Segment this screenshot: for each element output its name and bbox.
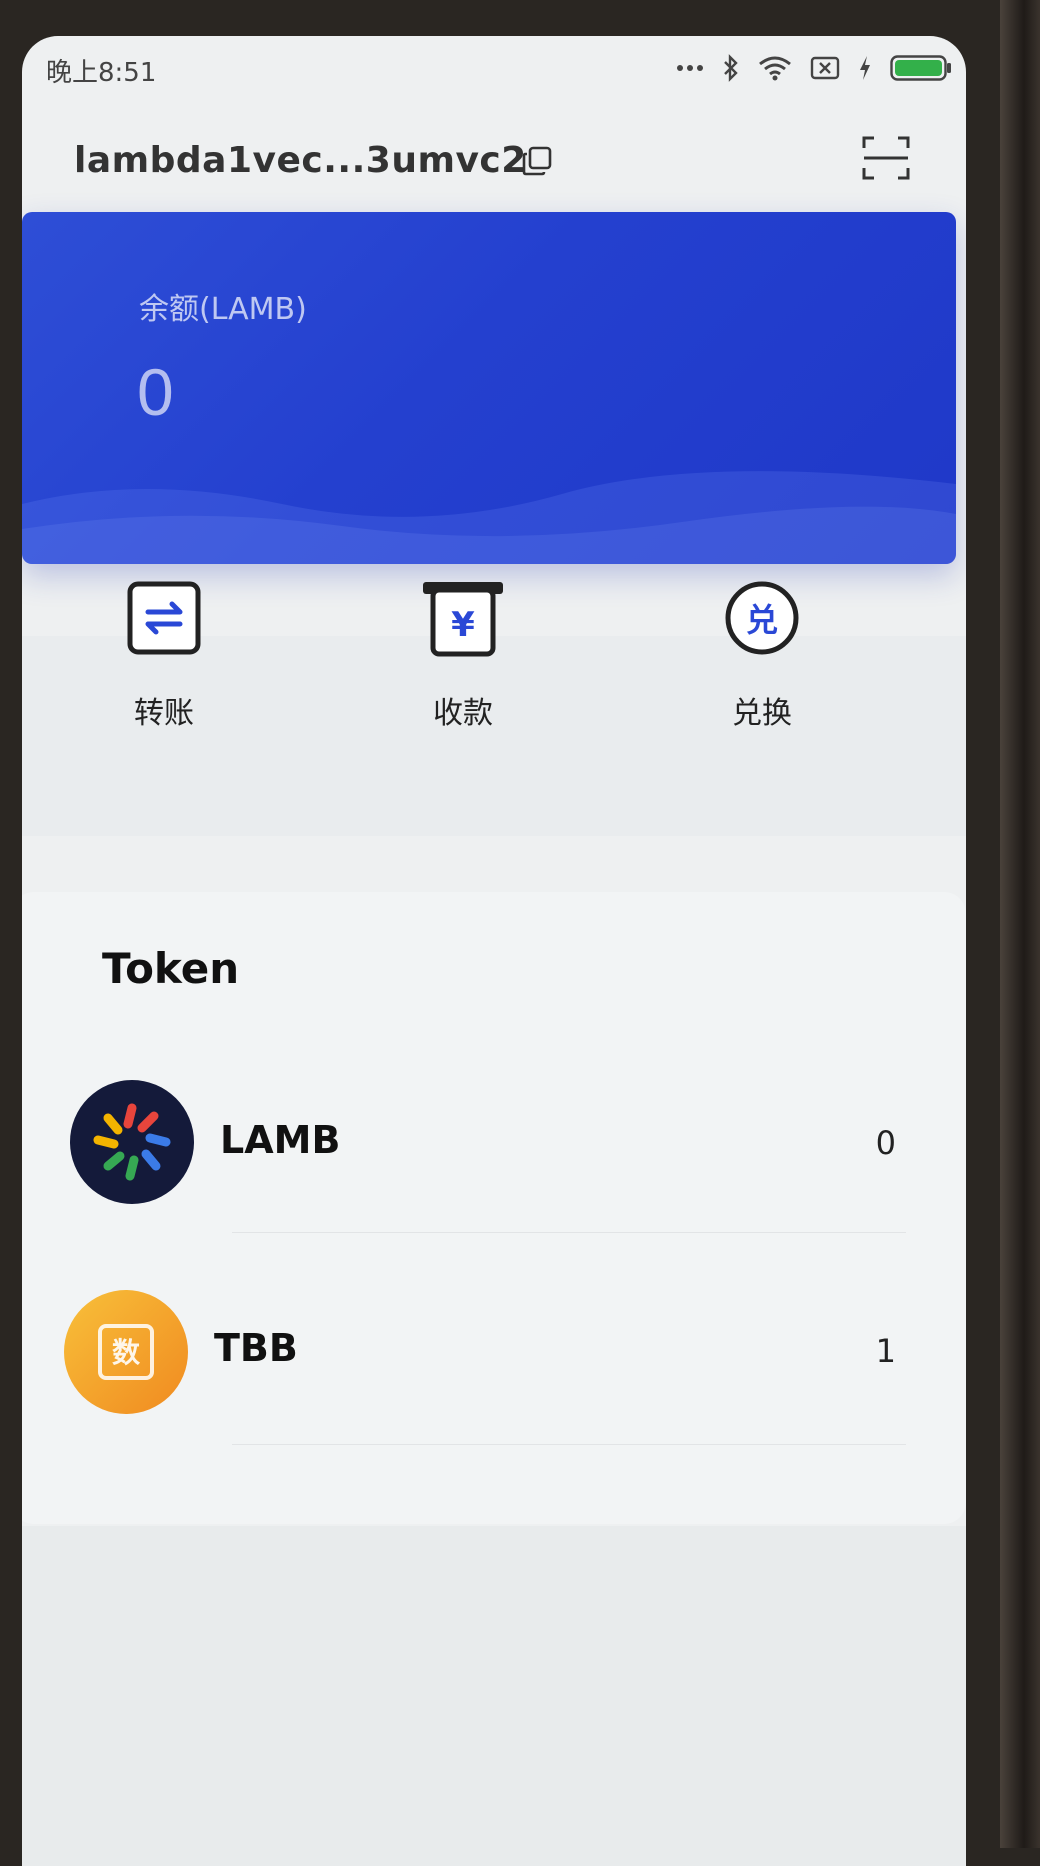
empty-area <box>22 1526 966 1866</box>
row-divider <box>232 1232 906 1233</box>
token-row-tbb[interactable]: 数 TBB 1 <box>22 1264 966 1445</box>
action-bar: 转账 ¥ 收款 兑 兑换 <box>22 581 966 836</box>
receive-icon: ¥ <box>421 576 505 660</box>
phone-bezel <box>1000 0 1040 1848</box>
tbb-logo-text: 数 <box>112 1336 141 1369</box>
bluetooth-icon <box>722 54 740 82</box>
balance-value: 0 <box>137 355 174 429</box>
battery-icon <box>890 55 952 81</box>
exchange-icon: 兑 <box>720 576 804 660</box>
token-section-title: Token <box>102 944 240 993</box>
card-wave-decoration <box>22 471 956 564</box>
transfer-icon <box>122 576 206 660</box>
charging-icon <box>858 55 872 81</box>
svg-text:¥: ¥ <box>451 605 475 645</box>
token-name-lamb: LAMB <box>220 1118 341 1162</box>
token-list-card: Token LAMB 0 数 TBB 1 <box>22 892 966 1524</box>
receive-label: 收款 <box>433 696 493 731</box>
row-divider <box>232 1444 906 1445</box>
balance-card: 余额(LAMB) 0 <box>22 212 956 564</box>
status-icons <box>676 48 952 88</box>
token-name-tbb: TBB <box>214 1326 298 1370</box>
exchange-button[interactable]: 兑 兑换 <box>662 576 862 732</box>
scan-icon[interactable] <box>862 136 910 184</box>
receive-button[interactable]: ¥ 收款 <box>363 576 563 732</box>
status-bar: 晚上8:51 <box>22 36 966 100</box>
tbb-logo-icon: 数 <box>64 1290 188 1414</box>
lamb-logo-icon <box>70 1080 194 1204</box>
wallet-address[interactable]: lambda1vec...3umvc2 <box>74 140 527 181</box>
app-screen: 晚上8:51 lambda1vec...3umvc2 余额(LAMB) 0 转账… <box>22 36 966 1866</box>
exchange-label: 兑换 <box>732 696 792 731</box>
token-amount-tbb: 1 <box>875 1332 896 1370</box>
token-row-lamb[interactable]: LAMB 0 <box>22 1052 966 1233</box>
wallet-header: lambda1vec...3umvc2 <box>22 100 966 212</box>
copy-icon[interactable] <box>522 146 552 180</box>
status-time: 晚上8:51 <box>46 58 157 88</box>
balance-label: 余额(LAMB) <box>139 292 307 327</box>
wifi-icon <box>758 55 792 81</box>
dots-icon <box>676 63 704 73</box>
svg-text:兑: 兑 <box>746 601 778 639</box>
token-amount-lamb: 0 <box>875 1124 896 1162</box>
transfer-label: 转账 <box>134 696 194 731</box>
sim-x-icon <box>810 56 840 80</box>
transfer-button[interactable]: 转账 <box>64 576 264 732</box>
